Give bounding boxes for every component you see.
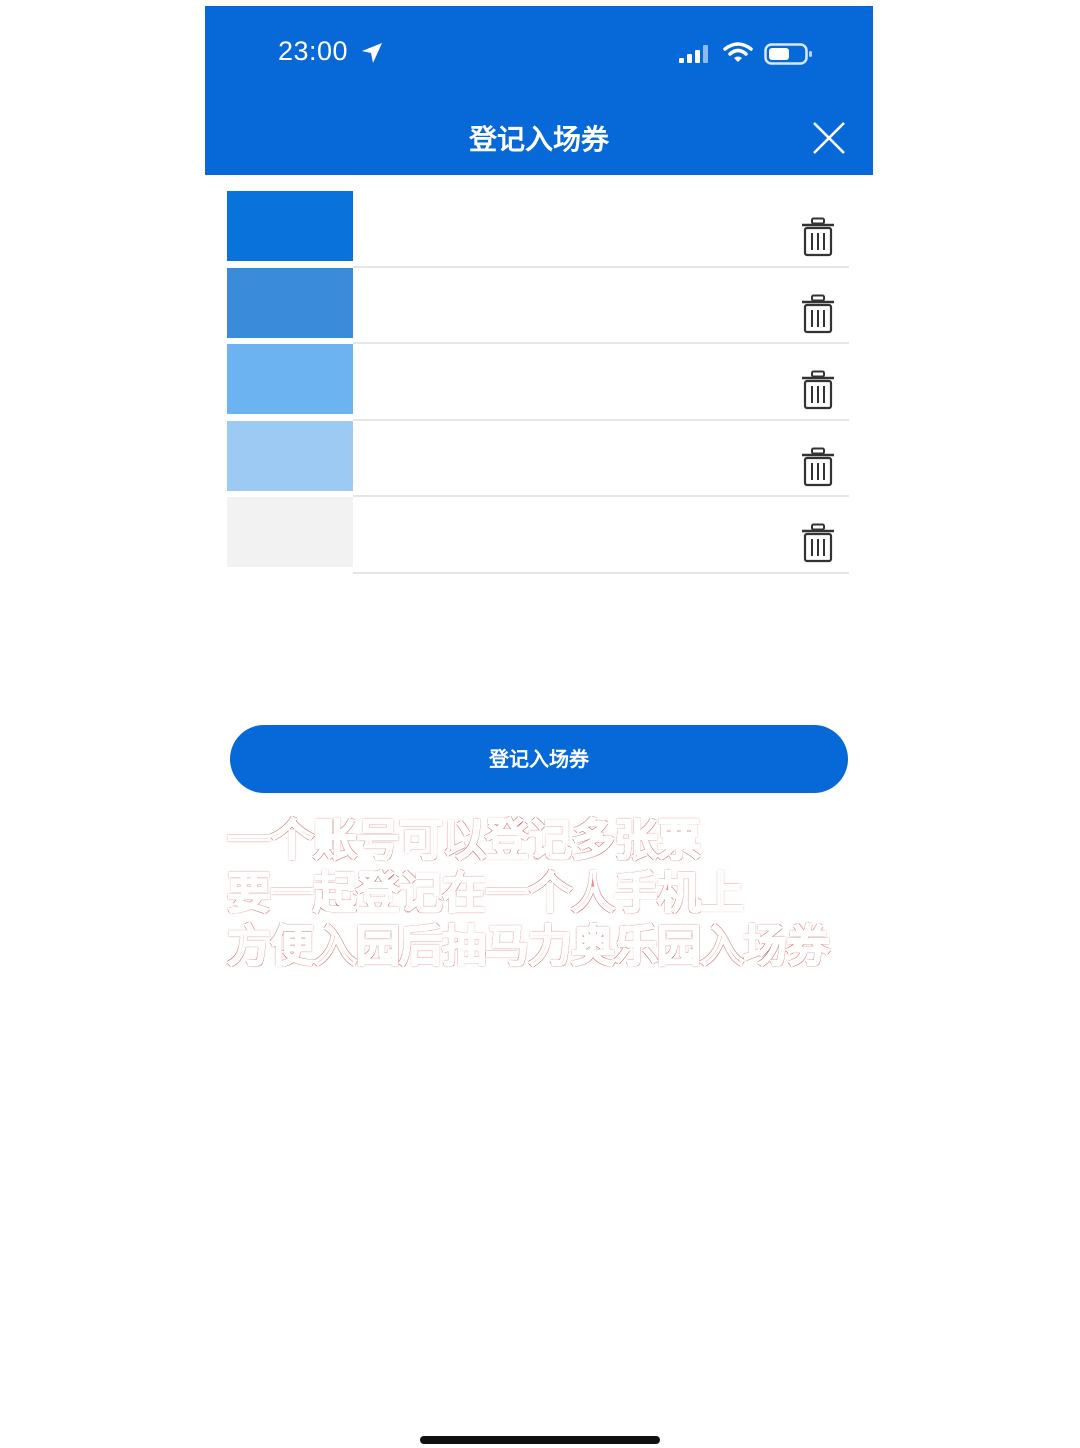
page-title: 登记入场券 bbox=[468, 123, 609, 156]
phone-screen: 23:00 登记入场券 登记入场券 一个账号可以登记多张票 要一起登记在一个人手… bbox=[205, 6, 873, 1106]
caption-overlay: 一个账号可以登记多张票 要一起登记在一个人手机上 方便入园后抽马力奥乐园入场券 bbox=[226, 814, 867, 973]
ticket-list bbox=[227, 191, 849, 574]
trash-icon[interactable] bbox=[801, 447, 835, 487]
ticket-thumbnail bbox=[227, 344, 353, 414]
register-ticket-button[interactable]: 登记入场券 bbox=[230, 725, 848, 793]
ticket-thumbnail bbox=[227, 191, 353, 261]
cellular-signal-icon bbox=[679, 45, 708, 63]
ticket-row[interactable] bbox=[227, 267, 849, 344]
status-time: 23:00 bbox=[278, 36, 349, 66]
close-icon[interactable] bbox=[811, 120, 847, 156]
caption-line: 要一起登记在一个人手机上 bbox=[226, 867, 745, 920]
ticket-row[interactable] bbox=[227, 344, 849, 421]
trash-icon[interactable] bbox=[801, 370, 835, 410]
ticket-row[interactable] bbox=[227, 420, 849, 497]
trash-icon[interactable] bbox=[801, 294, 835, 334]
location-arrow-icon bbox=[362, 43, 382, 63]
ticket-row[interactable] bbox=[227, 497, 849, 574]
row-divider bbox=[353, 571, 849, 574]
app-header: 23:00 登记入场券 bbox=[205, 6, 873, 175]
wifi-icon bbox=[723, 42, 753, 62]
battery-icon bbox=[764, 43, 812, 65]
ticket-row[interactable] bbox=[227, 191, 849, 268]
caption-line: 方便入园后抽马力奥乐园入场券 bbox=[226, 920, 831, 973]
ticket-thumbnail bbox=[227, 497, 353, 567]
trash-icon[interactable] bbox=[801, 217, 835, 257]
ticket-thumbnail bbox=[227, 420, 353, 491]
ticket-thumbnail bbox=[227, 267, 353, 338]
trash-icon[interactable] bbox=[801, 523, 835, 563]
screenshot-frame: 23:00 登记入场券 登记入场券 一个账号可以登记多张票 要一起登记在一个人手… bbox=[0, 0, 1080, 1448]
caption-line: 一个账号可以登记多张票 bbox=[226, 814, 702, 867]
home-indicator bbox=[420, 1436, 660, 1444]
